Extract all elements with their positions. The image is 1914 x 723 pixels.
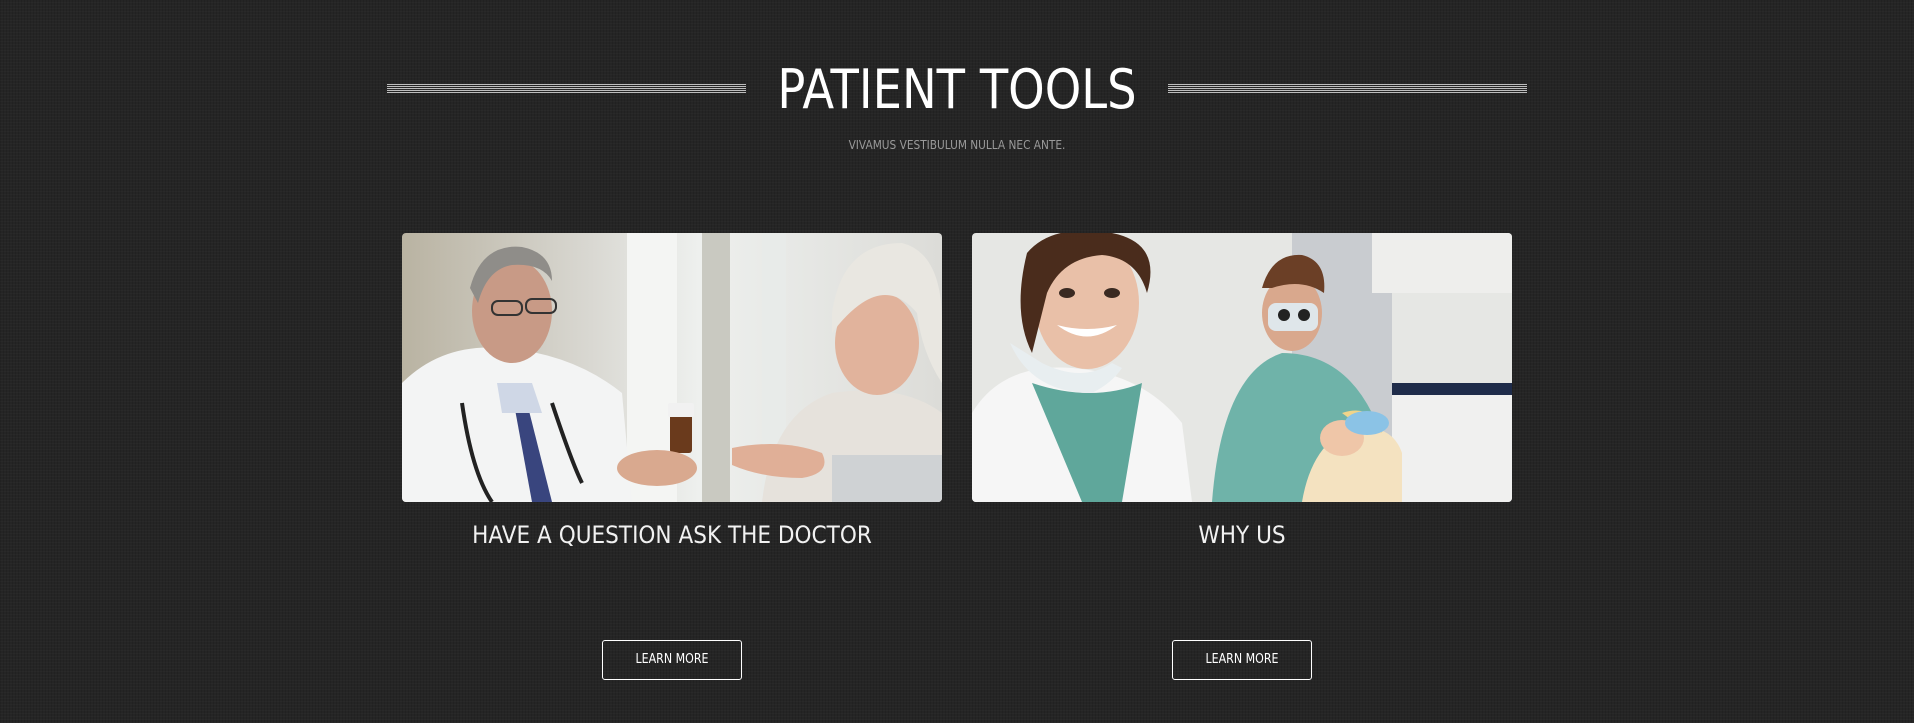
card-ask-the-doctor: HAVE A QUESTION ASK THE DOCTOR LEARN MOR… <box>402 233 942 680</box>
card-image-doctor <box>402 233 942 502</box>
learn-more-label: LEARN MORE <box>635 652 709 667</box>
card-title: WHY US <box>1198 521 1286 549</box>
section-header: PATIENT TOOLS VIVAMUS VESTIBULUM NULLA N… <box>0 0 1914 170</box>
learn-more-button[interactable]: LEARN MORE <box>602 640 742 680</box>
page-title: PATIENT TOOLS <box>777 58 1137 121</box>
card-why-us: WHY US LEARN MORE <box>972 233 1512 680</box>
title-divider-right <box>1168 84 1527 93</box>
card-title: HAVE A QUESTION ASK THE DOCTOR <box>472 521 872 549</box>
card-image-dental-assistant <box>972 233 1512 502</box>
learn-more-label: LEARN MORE <box>1205 652 1279 667</box>
page-subtitle: VIVAMUS VESTIBULUM NULLA NEC ANTE. <box>848 138 1066 152</box>
learn-more-button[interactable]: LEARN MORE <box>1172 640 1312 680</box>
